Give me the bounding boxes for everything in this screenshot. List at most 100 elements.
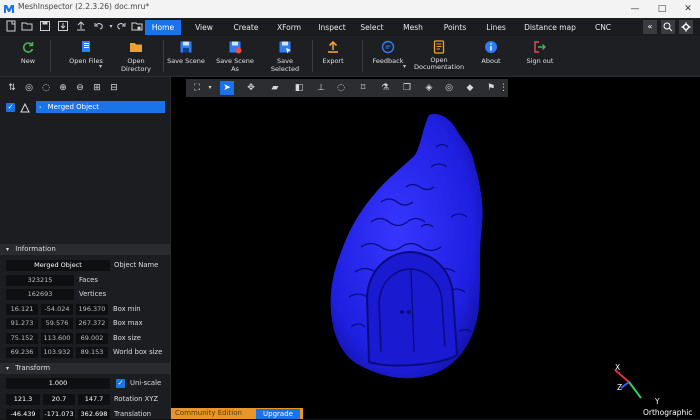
recent-icon[interactable] [130,20,144,34]
layers-icon[interactable]: ❐ [400,81,414,95]
save-as-icon[interactable] [56,20,70,34]
measure-icon[interactable]: ⊥ [314,81,328,95]
ribbon-toolbar: New Open Files ▾ Open Directory Save Sce… [0,36,700,77]
lasso-icon[interactable]: ◎ [442,81,456,95]
fit-view-icon[interactable]: ⛶ [190,81,204,95]
feedback-button[interactable]: Feedback [368,38,408,74]
upgrade-button[interactable]: Upgrade [256,409,300,419]
export-icon[interactable] [74,20,88,34]
sort-icon[interactable]: ⇅ [6,82,18,94]
tab-create[interactable]: Create [228,20,264,35]
tab-view[interactable]: View [189,20,219,35]
3d-viewport[interactable]: ⛶ ▾ ➤ ✥ ▰ ◧ ⊥ ◌ ⌑ ⚗ ❐ ◈ ◎ ◆ ⚑ ⋮ X Z Y Or… [171,77,700,419]
move-icon[interactable]: ✥ [244,81,258,95]
magic-wand-icon[interactable]: ⚑ [484,81,498,95]
minimize-button[interactable]: — [624,0,646,18]
object-visibility-checkbox[interactable]: ✓ [6,103,15,112]
vertices-label: Vertices [79,290,107,298]
box-size-z: 69.002 [76,333,108,344]
new-icon[interactable] [4,20,18,34]
settings-button[interactable] [679,20,693,34]
box-min-x: 16.121 [6,304,38,315]
open-documentation-label-2: Documentation [414,63,465,71]
hide-all-icon[interactable]: ◌ [40,82,52,94]
world-box-size-z: 89.153 [76,347,108,358]
brush-icon[interactable]: ◈ [422,81,436,95]
orbit-icon[interactable]: ◌ [334,81,348,95]
rotation-z-input[interactable]: 147.7 [78,394,110,405]
box-max-y: 59.576 [41,318,73,329]
move-down-icon[interactable]: ⊖ [74,82,86,94]
feedback-label: Feedback [372,57,404,65]
mesh-type-icon [20,103,30,113]
collapse-tabs-button[interactable]: « [643,20,657,34]
sign-out-button[interactable]: Sign out [524,38,556,74]
uniscale-checkbox[interactable]: ✓ [116,379,125,388]
scene-tree-item[interactable]: › Merged Object [36,101,165,113]
about-button[interactable]: About [476,38,506,74]
collapse-arrow-icon: ▾ [6,246,10,253]
new-button[interactable]: New [14,38,42,74]
open-directory-button[interactable]: Open Directory [112,38,160,74]
move-up-icon[interactable]: ⊕ [57,82,69,94]
tab-points[interactable]: Points [438,20,472,35]
information-header[interactable]: ▾ Information [0,244,170,255]
maximize-button[interactable]: □ [651,0,673,18]
expand-icon[interactable]: ⊞ [91,82,103,94]
translation-y-input[interactable]: -171.073 [43,409,75,420]
transform-header[interactable]: ▾ Transform [0,363,170,374]
app-logo-icon [4,5,14,13]
scale-input[interactable]: 1.000 [6,378,110,389]
tab-cnc[interactable]: CNC [590,20,616,35]
camera-icon[interactable]: ▰ [268,81,282,95]
select-cursor-icon[interactable]: ➤ [220,81,234,95]
redo-icon[interactable] [114,20,128,34]
save-selected-button[interactable]: Save Selected [262,38,308,74]
translation-z-input[interactable]: 362.698 [78,409,110,420]
close-button[interactable]: ✕ [677,0,699,18]
bounding-box-icon[interactable]: ⌑ [356,81,370,95]
ribbon-separator [50,40,51,72]
save-icon[interactable] [38,20,52,34]
tab-xform[interactable]: XForm [271,20,307,35]
save-scene-as-icon [229,41,242,54]
feedback-dropdown-icon[interactable]: ▾ [403,63,406,70]
show-all-icon[interactable]: ◎ [23,82,35,94]
more-options-icon[interactable]: ⋮ [499,81,508,95]
export-button[interactable]: Export [318,38,348,74]
documentation-icon [433,40,445,54]
translation-x-input[interactable]: -46.439 [6,409,40,420]
community-edition-label: Community Edition [175,409,242,417]
rotation-y-input[interactable]: 20.7 [43,394,75,405]
save-scene-button[interactable]: Save Scene [166,38,206,74]
mesh-door [365,250,459,367]
open-documentation-button[interactable]: Open Documentation [414,38,464,74]
video-icon[interactable]: ◧ [292,81,306,95]
open-icon[interactable] [20,20,34,34]
box-max-x: 91.273 [6,318,38,329]
rotation-x-input[interactable]: 121.3 [6,394,40,405]
export-label: Export [322,57,344,65]
save-scene-as-button[interactable]: Save Scene As [212,38,258,74]
tab-select[interactable]: Select [356,20,388,35]
tab-lines[interactable]: Lines [482,20,510,35]
open-files-dropdown-icon[interactable]: ▾ [99,63,102,70]
folder-icon [130,43,142,52]
box-max-label: Box max [113,319,143,327]
save-selected-label: Save Selected [270,57,300,73]
box-min-z: 196.370 [76,304,108,315]
tab-inspect[interactable]: Inspect [313,20,351,35]
search-button[interactable] [661,20,675,34]
tab-home[interactable]: Home [145,20,181,35]
paint-icon[interactable]: ⚗ [378,81,392,95]
tab-mesh[interactable]: Mesh [398,20,428,35]
projection-label[interactable]: Orthographic [643,408,692,417]
eraser-icon[interactable]: ◆ [463,81,477,95]
fit-view-dropdown-icon[interactable]: ▾ [203,81,217,95]
information-title: Information [15,245,56,253]
save-scene-label: Save Scene [167,57,205,65]
object-name-field[interactable]: Merged Object [6,260,110,271]
tab-distance-map[interactable]: Distance map [522,20,578,35]
collapse-icon[interactable]: ⊟ [108,82,120,94]
mesh-object[interactable] [311,107,511,412]
